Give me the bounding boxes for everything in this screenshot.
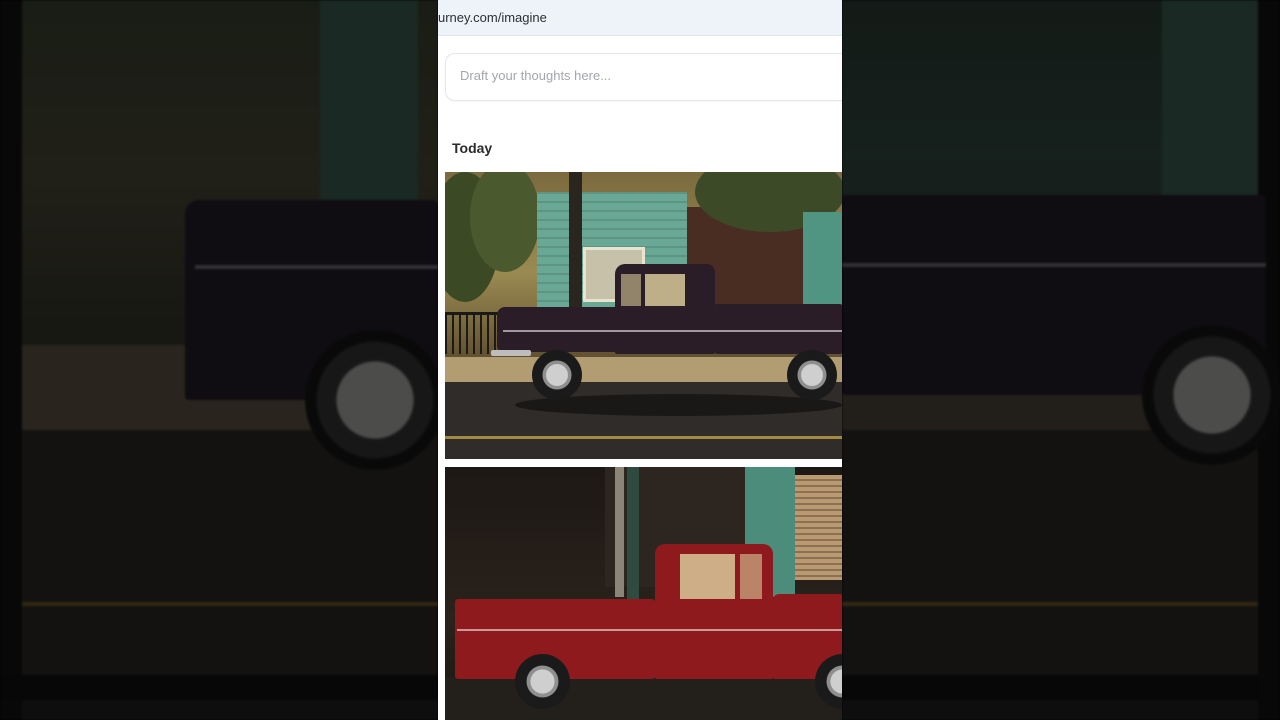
background-left-blur (0, 0, 438, 720)
prompt-input[interactable] (460, 68, 820, 83)
generated-image-2[interactable] (445, 467, 842, 720)
section-heading-today: Today (452, 140, 493, 156)
phone-screen: urney.com/imagine Today (438, 0, 842, 720)
generated-image-1[interactable] (445, 172, 842, 459)
prompt-box[interactable] (445, 53, 842, 101)
background-right-blur (842, 0, 1280, 720)
url-text[interactable]: urney.com/imagine (438, 10, 547, 25)
browser-address-bar[interactable]: urney.com/imagine (438, 0, 842, 36)
red-pickup-truck (455, 544, 842, 714)
black-pickup-truck (491, 262, 842, 402)
